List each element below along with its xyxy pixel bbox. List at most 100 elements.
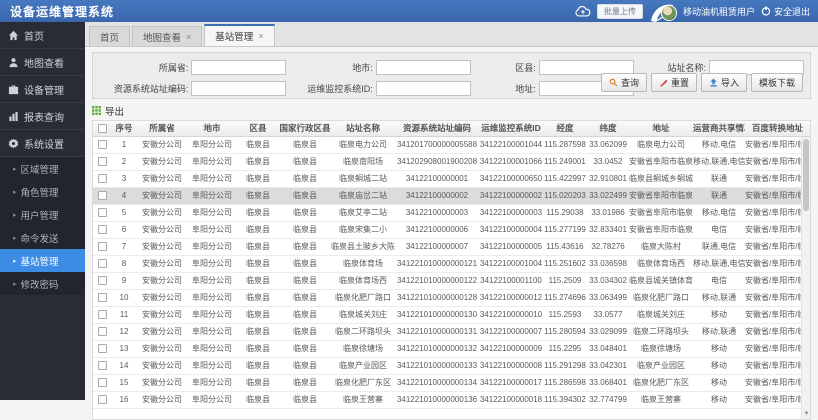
table-cell: 临泉县城关镇体育场 [629, 272, 693, 290]
row-checkbox[interactable] [97, 140, 107, 150]
avatar[interactable] [660, 5, 677, 21]
tab-label: 地图查看 [143, 32, 182, 44]
table-cell: 阜阳分公司 [187, 272, 237, 290]
table-row[interactable]: 11 安徽分公司 阜阳分公司 临泉县 临泉县 临泉城关刘庄 3412210100000001… [93, 306, 810, 324]
export-button[interactable]: 导出 [105, 104, 124, 118]
row-checkbox[interactable] [97, 327, 107, 337]
submenu-item-region-mgmt[interactable]: ▸ 区域管理 [0, 157, 85, 180]
search-button[interactable]: 查询 [600, 73, 647, 92]
table-cell: 11 [111, 306, 137, 324]
table-cell: 安徽分公司 [137, 272, 187, 290]
table-cell: 移动,联通,电信 [693, 153, 745, 171]
row-checkbox[interactable] [97, 276, 107, 286]
table-cell: 1 [111, 136, 137, 154]
table-cell: 阜阳分公司 [187, 221, 237, 239]
table-row[interactable]: 12 安徽分公司 阜阳分公司 临泉县 临泉县 临泉二环路坝头 341221010000000… [93, 323, 810, 341]
table-row[interactable]: 7安徽分公司阜阳分公司临泉县临泉县临泉县土陂乡大陈村34122100000007… [93, 238, 810, 256]
province-input[interactable] [191, 59, 287, 75]
row-checkbox[interactable] [97, 242, 107, 252]
table-cell: 临泉县 [279, 238, 331, 256]
row-checkbox[interactable] [97, 208, 107, 218]
monitor-id-input[interactable] [375, 80, 471, 96]
caret-icon: ▸ [13, 280, 17, 288]
row-checkbox[interactable] [97, 124, 107, 134]
submenu-item-change-password[interactable]: ▸ 修改密码 [0, 272, 85, 295]
scrollbar-thumb[interactable] [803, 139, 809, 211]
sidebar-item-device-mgmt[interactable]: 设备管理 [0, 76, 85, 103]
table-row[interactable]: 2 安徽分公司 阜阳分公司 临泉县 临泉县 临泉南阳场 341202908001900208… [93, 153, 810, 171]
table-row[interactable]: 3 安徽分公司 阜阳分公司 临泉县 临泉县 临泉鲖城二站 34122100000001 341… [93, 170, 810, 188]
table-cell: 341201700000005588 [395, 136, 479, 154]
sidebar-item-system-settings[interactable]: 系统设置 [0, 130, 85, 157]
logout-button[interactable]: 安全退出 [761, 5, 810, 18]
tab-home[interactable]: 首页 [89, 26, 131, 46]
row-checkbox[interactable] [97, 225, 107, 235]
table-cell: 7 [111, 238, 137, 256]
table-row[interactable]: 4 安徽分公司 阜阳分公司 临泉县 临泉县 临泉庙岔二站 34122100000002 341… [93, 187, 810, 205]
column-header: 百度转换地址 [745, 121, 810, 137]
reset-icon [659, 79, 668, 87]
row-checkbox[interactable] [97, 293, 107, 303]
table-row[interactable]: 1 安徽分公司 阜阳分公司 临泉县 临泉县 临泉电力公司 34120170000000558… [93, 136, 810, 154]
sidebar-item-home[interactable]: 首页 [0, 22, 85, 49]
scroll-down-arrow[interactable]: ▼ [802, 410, 810, 419]
upload-badge[interactable]: 批量上传 [596, 3, 643, 19]
submenu-item-role-mgmt[interactable]: ▸ 角色管理 [0, 180, 85, 203]
table-cell: 安徽分公司 [137, 255, 187, 273]
submenu-item-user-mgmt[interactable]: ▸ 用户管理 [0, 203, 85, 226]
template-download-button[interactable]: 模板下载 [750, 73, 803, 92]
table-cell: 联通 [693, 170, 745, 188]
sidebar-item-report-query[interactable]: 报表查询 [0, 103, 85, 130]
reset-button[interactable]: 重置 [650, 73, 697, 92]
table-cell: 临泉县 [237, 153, 279, 171]
row-checkbox[interactable] [97, 174, 107, 184]
table-cell: 115.43616 [543, 238, 587, 256]
row-checkbox[interactable] [97, 361, 107, 371]
table-row[interactable]: 6 安徽分公司 阜阳分公司 临泉县 临泉县 临泉宋集二小 34122100000006 341… [93, 221, 810, 239]
table-row[interactable]: 13 安徽分公司 阜阳分公司 临泉县 临泉县 临泉徐塘场 34122101000000013… [93, 340, 810, 358]
sidebar-item-map-view[interactable]: 地图查看 [0, 49, 85, 76]
row-checkbox[interactable] [97, 191, 107, 201]
column-header: 序号 [111, 121, 137, 137]
table-row[interactable]: 5 安徽分公司 阜阳分公司 临泉县 临泉县 临泉艾亭二站 34122100000003 341… [93, 204, 810, 222]
submenu-item-basestation-mgmt[interactable]: ▸ 基站管理 [0, 249, 85, 272]
close-icon[interactable]: × [258, 31, 263, 41]
select-all-header [93, 121, 111, 137]
close-icon[interactable]: × [186, 32, 191, 42]
tab-map-view[interactable]: 地图查看 × [132, 26, 203, 46]
tab-basestation-mgmt[interactable]: 基站管理 × [204, 24, 275, 46]
row-checkbox[interactable] [97, 378, 107, 388]
checkbox-cell [93, 289, 111, 307]
table-cell: 阜阳分公司 [187, 289, 237, 307]
table-row[interactable]: 10 安徽分公司 阜阳分公司 临泉县 临泉县 临泉化肥厂路口 341221010000000… [93, 289, 810, 307]
table-cell: 安徽分公司 [137, 357, 187, 375]
station-name-label: 站址名称: [667, 62, 706, 73]
submenu-item-command-send[interactable]: ▸ 命令发送 [0, 226, 85, 249]
table-cell: 安徽分公司 [137, 289, 187, 307]
table-scrollbar[interactable]: ▼ [801, 137, 810, 419]
table-cell: 34122100000010 [479, 306, 543, 324]
row-checkbox[interactable] [97, 310, 107, 320]
table-row[interactable]: 15 安徽分公司 阜阳分公司 临泉县 临泉县 临泉化肥厂东区 341221010000000… [93, 374, 810, 392]
table-cell: 阜阳分公司 [187, 153, 237, 171]
checkbox-cell [93, 204, 111, 222]
table-cell: 34122100000002 [395, 187, 479, 205]
table-row[interactable]: 14 安徽分公司 阜阳分公司 临泉县 临泉县 临泉产业园区 3412210100000001… [93, 357, 810, 375]
table-row[interactable]: 9 安徽分公司 阜阳分公司 临泉县 临泉县 临泉体育场西 34122101000000012… [93, 272, 810, 290]
monitor-id-label: 运维监控系统ID: [307, 83, 373, 94]
row-checkbox[interactable] [97, 344, 107, 354]
table-cell: 安徽分公司 [137, 170, 187, 188]
resource-code-input[interactable] [191, 80, 287, 96]
row-checkbox[interactable] [97, 157, 107, 167]
table-cell: 8 [111, 255, 137, 273]
table-cell: 341221010000000121 [395, 255, 479, 273]
gear-icon [8, 137, 19, 149]
table-row[interactable]: 8 安徽分公司 阜阳分公司 临泉县 临泉县 临泉体育场 341221010000000121… [93, 255, 810, 273]
column-header: 地市 [187, 121, 237, 137]
row-checkbox[interactable] [97, 259, 107, 269]
import-button[interactable]: 导入 [700, 73, 747, 92]
table-cell: 9 [111, 272, 137, 290]
cloud-upload-icon[interactable] [575, 5, 591, 17]
city-input[interactable] [375, 59, 471, 75]
sidebar: 首页 地图查看 设备管理 报表查询 系统设置 ▸ 区域管理 ▸ 角色管理 ▸ 用… [0, 22, 85, 400]
